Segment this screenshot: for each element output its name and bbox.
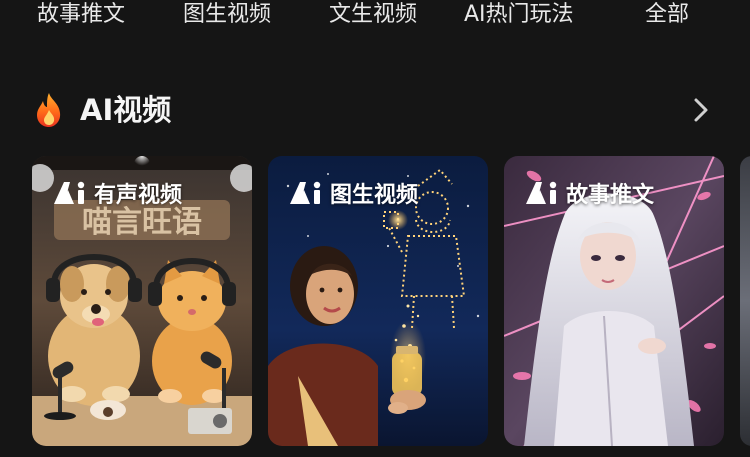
card-next-partial[interactable] [740, 156, 750, 446]
card-label: 图生视频 [330, 183, 419, 208]
ai-logo-icon [290, 181, 321, 204]
sign-text: 喵言旺语 [82, 205, 202, 240]
card-badge: 故事推文 [524, 178, 654, 208]
card-story-post[interactable]: 故事推文 [504, 156, 724, 446]
flame-icon [37, 93, 61, 127]
ai-logo-icon [54, 181, 85, 204]
card-image-to-video[interactable]: 图生视频 [268, 156, 488, 446]
card-label: 故事推文 [566, 183, 655, 208]
card-badge: 有声视频 [52, 178, 182, 208]
tab-text-to-video[interactable]: 文生视频 [329, 0, 417, 34]
card-badge: 图生视频 [288, 178, 418, 208]
tab-all[interactable]: 全部 [645, 0, 689, 34]
section-title: AI视频 [80, 93, 172, 127]
tab-story-post[interactable]: 故事推文 [37, 0, 125, 34]
ai-logo-icon [526, 181, 557, 204]
top-tab-bar: 故事推文 图生视频 文生视频 AI热门玩法 全部 [0, 0, 750, 40]
section-header: AI视频 [30, 88, 720, 132]
tab-ai-trending[interactable]: AI热门玩法 [464, 0, 574, 34]
card-label: 有声视频 [94, 183, 183, 208]
card-audio-video[interactable]: 喵言旺语 有声视频 [32, 156, 252, 446]
chevron-right-icon[interactable] [690, 96, 712, 124]
tab-image-to-video[interactable]: 图生视频 [183, 0, 271, 34]
